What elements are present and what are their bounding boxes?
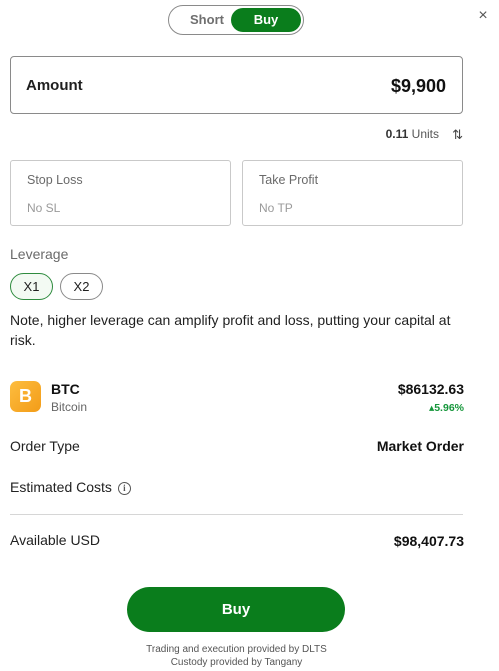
- buy-button[interactable]: Buy: [127, 587, 345, 632]
- estimated-costs-label: Estimated Costs: [10, 479, 112, 495]
- asset-price: $86132.63: [397, 381, 464, 397]
- take-profit-value: No TP: [259, 201, 293, 215]
- amount-value[interactable]: $9,900: [391, 76, 446, 97]
- close-icon[interactable]: ×: [475, 8, 491, 24]
- order-type-value: Market Order: [376, 438, 464, 454]
- asset-name: Bitcoin: [51, 400, 88, 414]
- divider: [10, 514, 463, 515]
- units-display: 0.11 Units: [386, 127, 439, 141]
- short-option[interactable]: Short: [179, 6, 235, 34]
- amount-label: Amount: [26, 77, 83, 94]
- stop-loss-value: No SL: [27, 201, 61, 215]
- estimated-costs-row: Estimated Costs i: [10, 479, 131, 495]
- leverage-x2-button[interactable]: X2: [60, 273, 103, 300]
- take-profit-label: Take Profit: [259, 173, 319, 187]
- take-profit-field[interactable]: Take Profit No TP: [242, 160, 463, 226]
- amount-field[interactable]: Amount $9,900: [10, 56, 463, 114]
- footer-custody-note: Custody provided by Tangany: [170, 657, 303, 668]
- footer-execution-note: Trading and execution provided by DLTS: [146, 644, 327, 655]
- buy-option[interactable]: Buy: [231, 8, 301, 32]
- info-icon[interactable]: i: [117, 482, 131, 495]
- swap-vertical-icon[interactable]: ⇅: [452, 127, 463, 143]
- leverage-label: Leverage: [10, 246, 69, 262]
- side-toggle: Short Buy: [168, 5, 304, 35]
- leverage-note: Note, higher leverage can amplify profit…: [10, 312, 451, 348]
- asset-change: ▴5.96%: [429, 402, 464, 414]
- stop-loss-label: Stop Loss: [27, 173, 83, 187]
- available-usd-label: Available USD: [10, 532, 101, 548]
- asset-symbol: BTC: [51, 381, 80, 397]
- units-suffix: Units: [411, 127, 439, 141]
- leverage-x1-button[interactable]: X1: [10, 273, 53, 300]
- stop-loss-field[interactable]: Stop Loss No SL: [10, 160, 231, 226]
- asset-change-value: 5.96%: [434, 402, 464, 414]
- bitcoin-icon: B: [10, 381, 41, 412]
- order-type-label: Order Type: [10, 438, 80, 454]
- available-usd-value: $98,407.73: [393, 533, 464, 549]
- units-value: 0.11: [385, 127, 409, 141]
